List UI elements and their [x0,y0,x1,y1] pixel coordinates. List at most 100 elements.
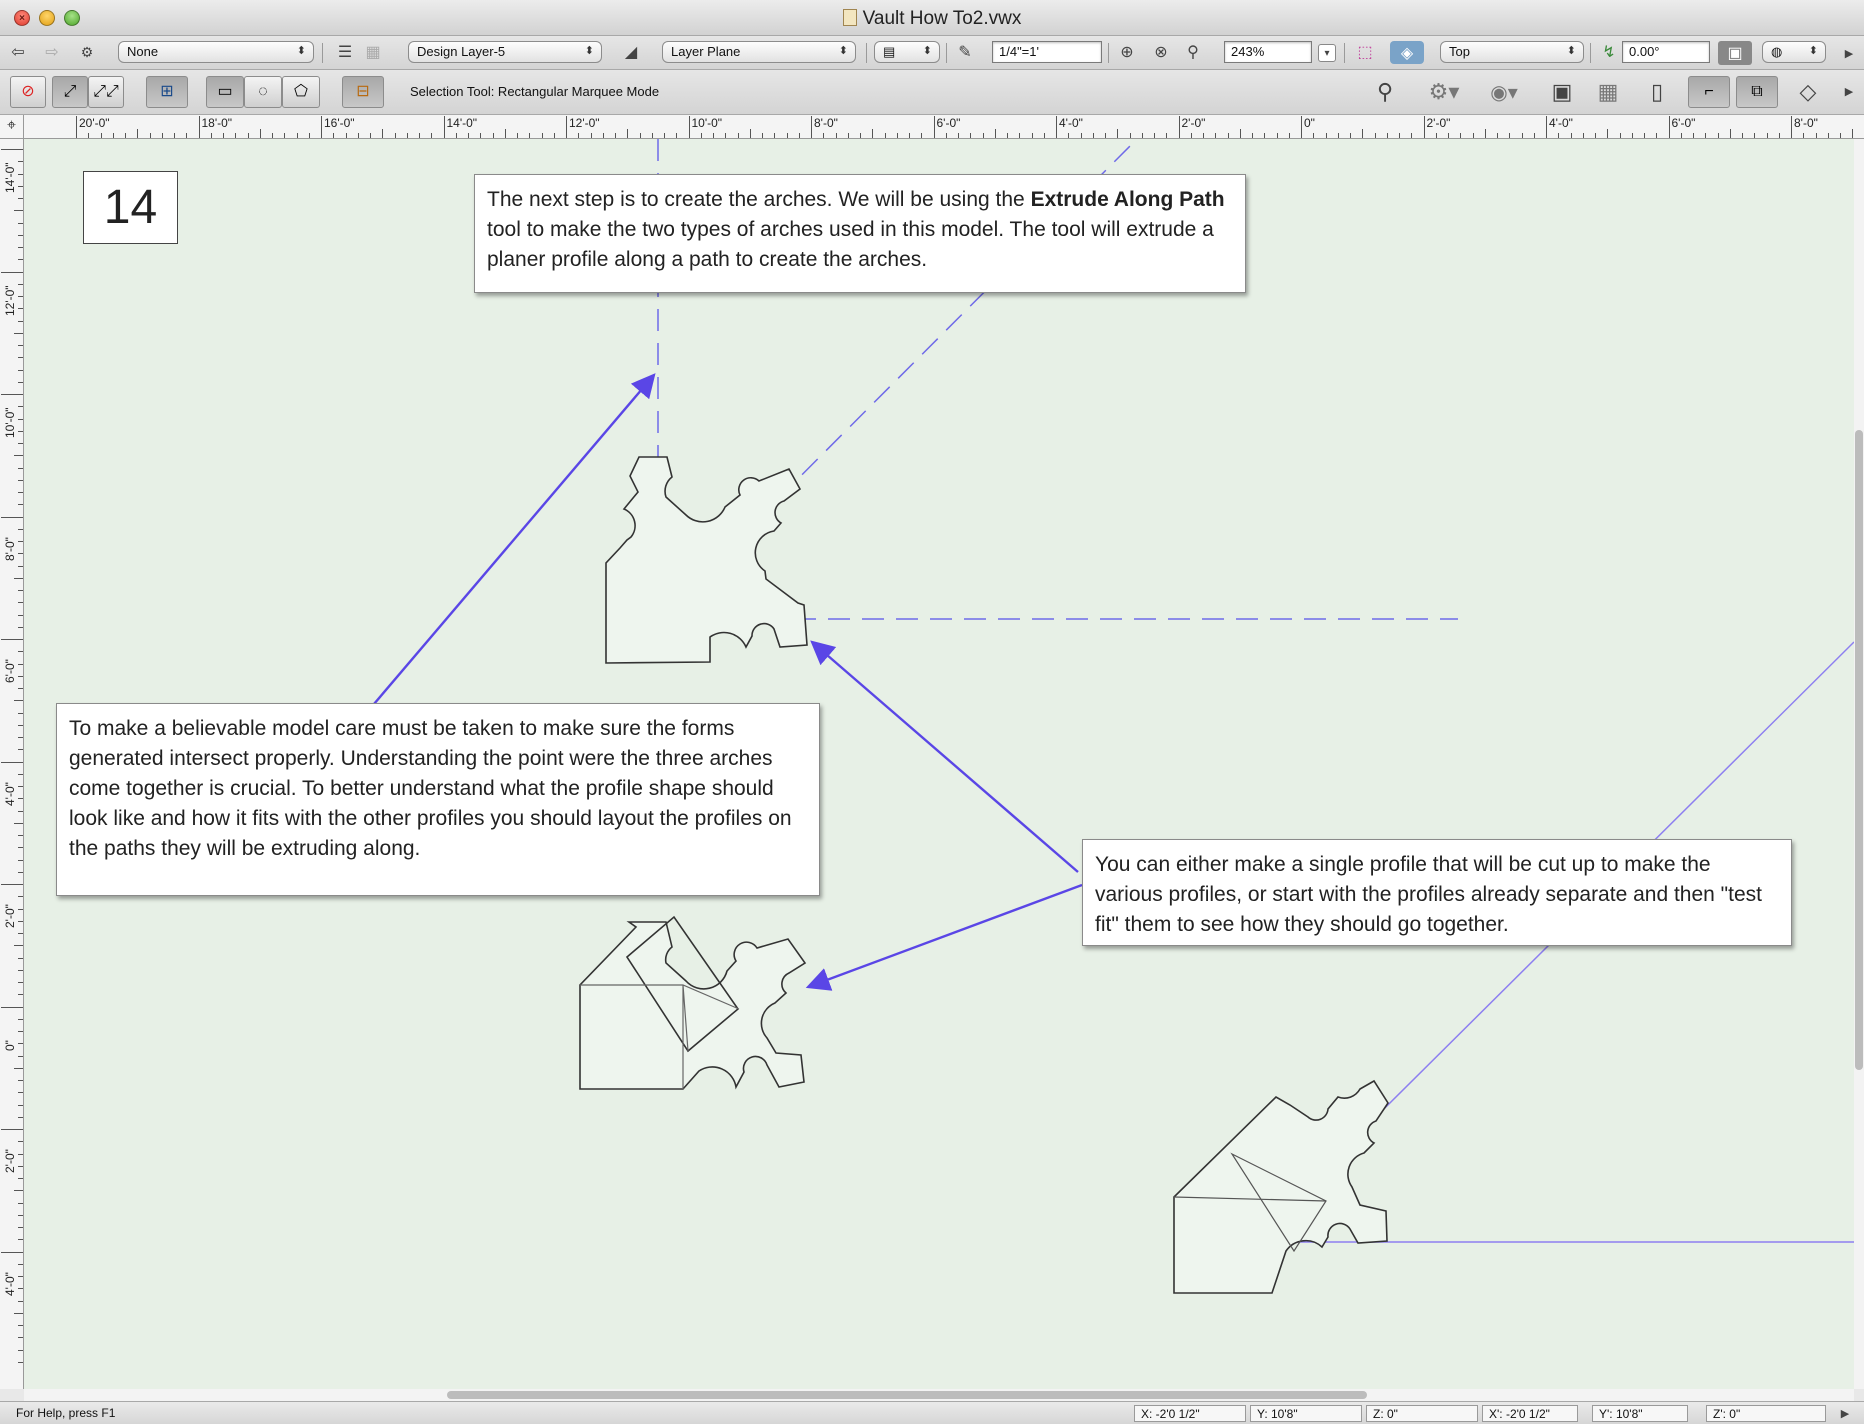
ruler-tick [1411,133,1413,138]
class-select[interactable]: None ⬍ [118,41,314,63]
layer-select[interactable]: Design Layer-5 ⬍ [408,41,602,63]
expand-modebar-icon[interactable]: ▶ [1840,82,1858,100]
z-coordinate: Z: 0" [1366,1405,1478,1422]
fit-to-objects-icon[interactable]: ⊕ [1116,42,1138,62]
lasso-icon[interactable]: ◌ [244,76,282,108]
layers-icon[interactable]: ☰ [334,42,356,62]
ruler-tick [112,133,114,138]
polygon-marquee-icon[interactable]: ⬠ [282,76,320,108]
ruler-tick [1,639,23,640]
arch-profile-bottom-right[interactable] [1173,1079,1389,1294]
ruler-tick [1,149,23,150]
visibility-icon[interactable]: ◉▾ [1484,78,1524,106]
ruler-tick [18,345,23,346]
vertical-ruler[interactable]: 14'-0" 12'-0" 10'-0" 8'-0" 6'-0" 4'-0" 2'-0" 0"… [0,139,24,1389]
horizontal-ruler[interactable]: 20'-0" 18'-0" 16'-0" 14'-0" 12'-0" 10'-0" 8'-0… [24,115,1864,139]
ruler-tick [1742,133,1743,138]
ruler-toggle-icon[interactable]: ⌐ [1688,76,1730,108]
arch-profile-top[interactable] [605,456,808,664]
ruler-tick [18,724,23,726]
ruler-tick [284,133,286,138]
ruler-tick [161,133,163,138]
ruler-origin-icon[interactable]: ⌖ [0,115,24,139]
ruler-tick [1117,129,1119,138]
single-resize-icon[interactable]: ⤢ [52,76,88,108]
ruler-left-label: 8'-0" [3,536,17,561]
vertical-scroll-thumb[interactable] [1855,430,1863,1070]
ruler-tick [664,133,665,138]
flyover-icon[interactable]: ⬚ [1354,42,1376,62]
ruler-tick [14,332,23,334]
ruler-tick [18,896,23,898]
ruler-tick [18,688,23,689]
horizontal-scroll-thumb[interactable] [447,1391,1367,1399]
class-options-icon[interactable]: ⚙ [74,42,100,62]
snap-mode-icon[interactable]: ⊞ [146,76,188,108]
ruler-tick [1374,133,1376,138]
ruler-icon[interactable]: ✎ [954,42,976,62]
tool-preferences-icon[interactable]: ⊟ [342,76,384,108]
ruler-tick [1595,133,1596,138]
forward-arrow-icon[interactable]: ⇨ [42,42,62,62]
snap-magnifier-icon[interactable]: ⚲ [1370,78,1400,106]
render-options-icon[interactable]: ▣ [1718,41,1752,65]
ruler-tick [1521,133,1523,138]
ruler-tick [18,847,23,849]
page-setup-select[interactable]: ▤ ⬍ [874,41,940,63]
render-mode-icon[interactable]: ◈ [1390,41,1424,64]
ruler-tick [174,133,175,138]
back-arrow-icon[interactable]: ⇦ [8,42,28,62]
ruler-tick [517,133,518,138]
expand-toolbar-icon[interactable]: ▶ [1840,44,1858,62]
grid-icon[interactable]: ▦ [1592,78,1624,106]
rotation-field[interactable]: 0.00° [1622,41,1710,63]
ruler-tick [18,296,23,297]
ruler-tick [1399,133,1400,138]
layer-stack-icon[interactable]: ▣ [1544,78,1580,106]
page-icon[interactable]: ▯ [1642,78,1672,106]
y-coordinate: Y: 10'8" [1250,1405,1362,1422]
status-expand-icon[interactable]: ▶ [1836,1405,1854,1422]
layout-icon[interactable]: ⧉ [1736,76,1778,108]
ruler-tick [296,133,298,138]
rectangular-marquee-icon[interactable]: ▭ [206,76,244,108]
ruler-tick [18,675,23,677]
zoom-dropdown-icon[interactable]: ▾ [1318,44,1336,62]
ruler-tick [1178,116,1180,138]
multi-resize-icon[interactable]: ⤢⤢ [88,76,124,108]
ruler-tick [272,133,273,138]
gear-icon[interactable]: ⚙▾ [1424,78,1464,106]
ruler-tick [18,443,23,444]
ruler-top-label: 4'-0" [1059,116,1083,130]
projection-select[interactable]: ◍ ⬍ [1762,41,1826,63]
ruler-tick [18,749,23,751]
view-select[interactable]: Top ⬍ [1440,41,1584,63]
ruler-tick [1644,133,1645,138]
ruler-tick [18,1202,23,1204]
zoom-field[interactable]: 243% [1224,41,1312,63]
ruler-tick [18,835,23,836]
plane-select[interactable]: Layer Plane ⬍ [662,41,856,63]
ruler-tick [18,798,23,800]
layer-options-icon[interactable]: ▦ [362,42,384,62]
ruler-tick [1,516,23,518]
magnifier-icon[interactable]: ⚲ [1182,42,1204,62]
ruler-tick [1129,133,1131,138]
ruler-tick [18,810,23,812]
rotate-plan-icon[interactable]: ↯ [1598,42,1620,62]
ruler-tick [18,994,23,996]
layer-visibility-icon[interactable]: ◢ [612,41,650,63]
arch-profile-bottom-left[interactable] [579,915,807,1090]
ruler-tick [18,1116,23,1118]
ruler-tick [18,492,23,493]
ruler-tick [566,116,567,138]
ruler-tick [18,1263,23,1265]
ruler-tick [14,577,23,579]
zoom-tool-icon[interactable]: ⊗ [1150,42,1172,62]
disable-select-icon[interactable]: ⊘ [10,76,46,108]
drawing-canvas[interactable]: 14 The next step is to create the arches… [24,139,1854,1389]
ruler-left-label: 2'-0" [3,904,17,928]
ruler-tick [18,406,23,408]
eraser-icon[interactable]: ◇ [1790,78,1826,106]
scale-field[interactable]: 1/4"=1' [992,41,1102,63]
